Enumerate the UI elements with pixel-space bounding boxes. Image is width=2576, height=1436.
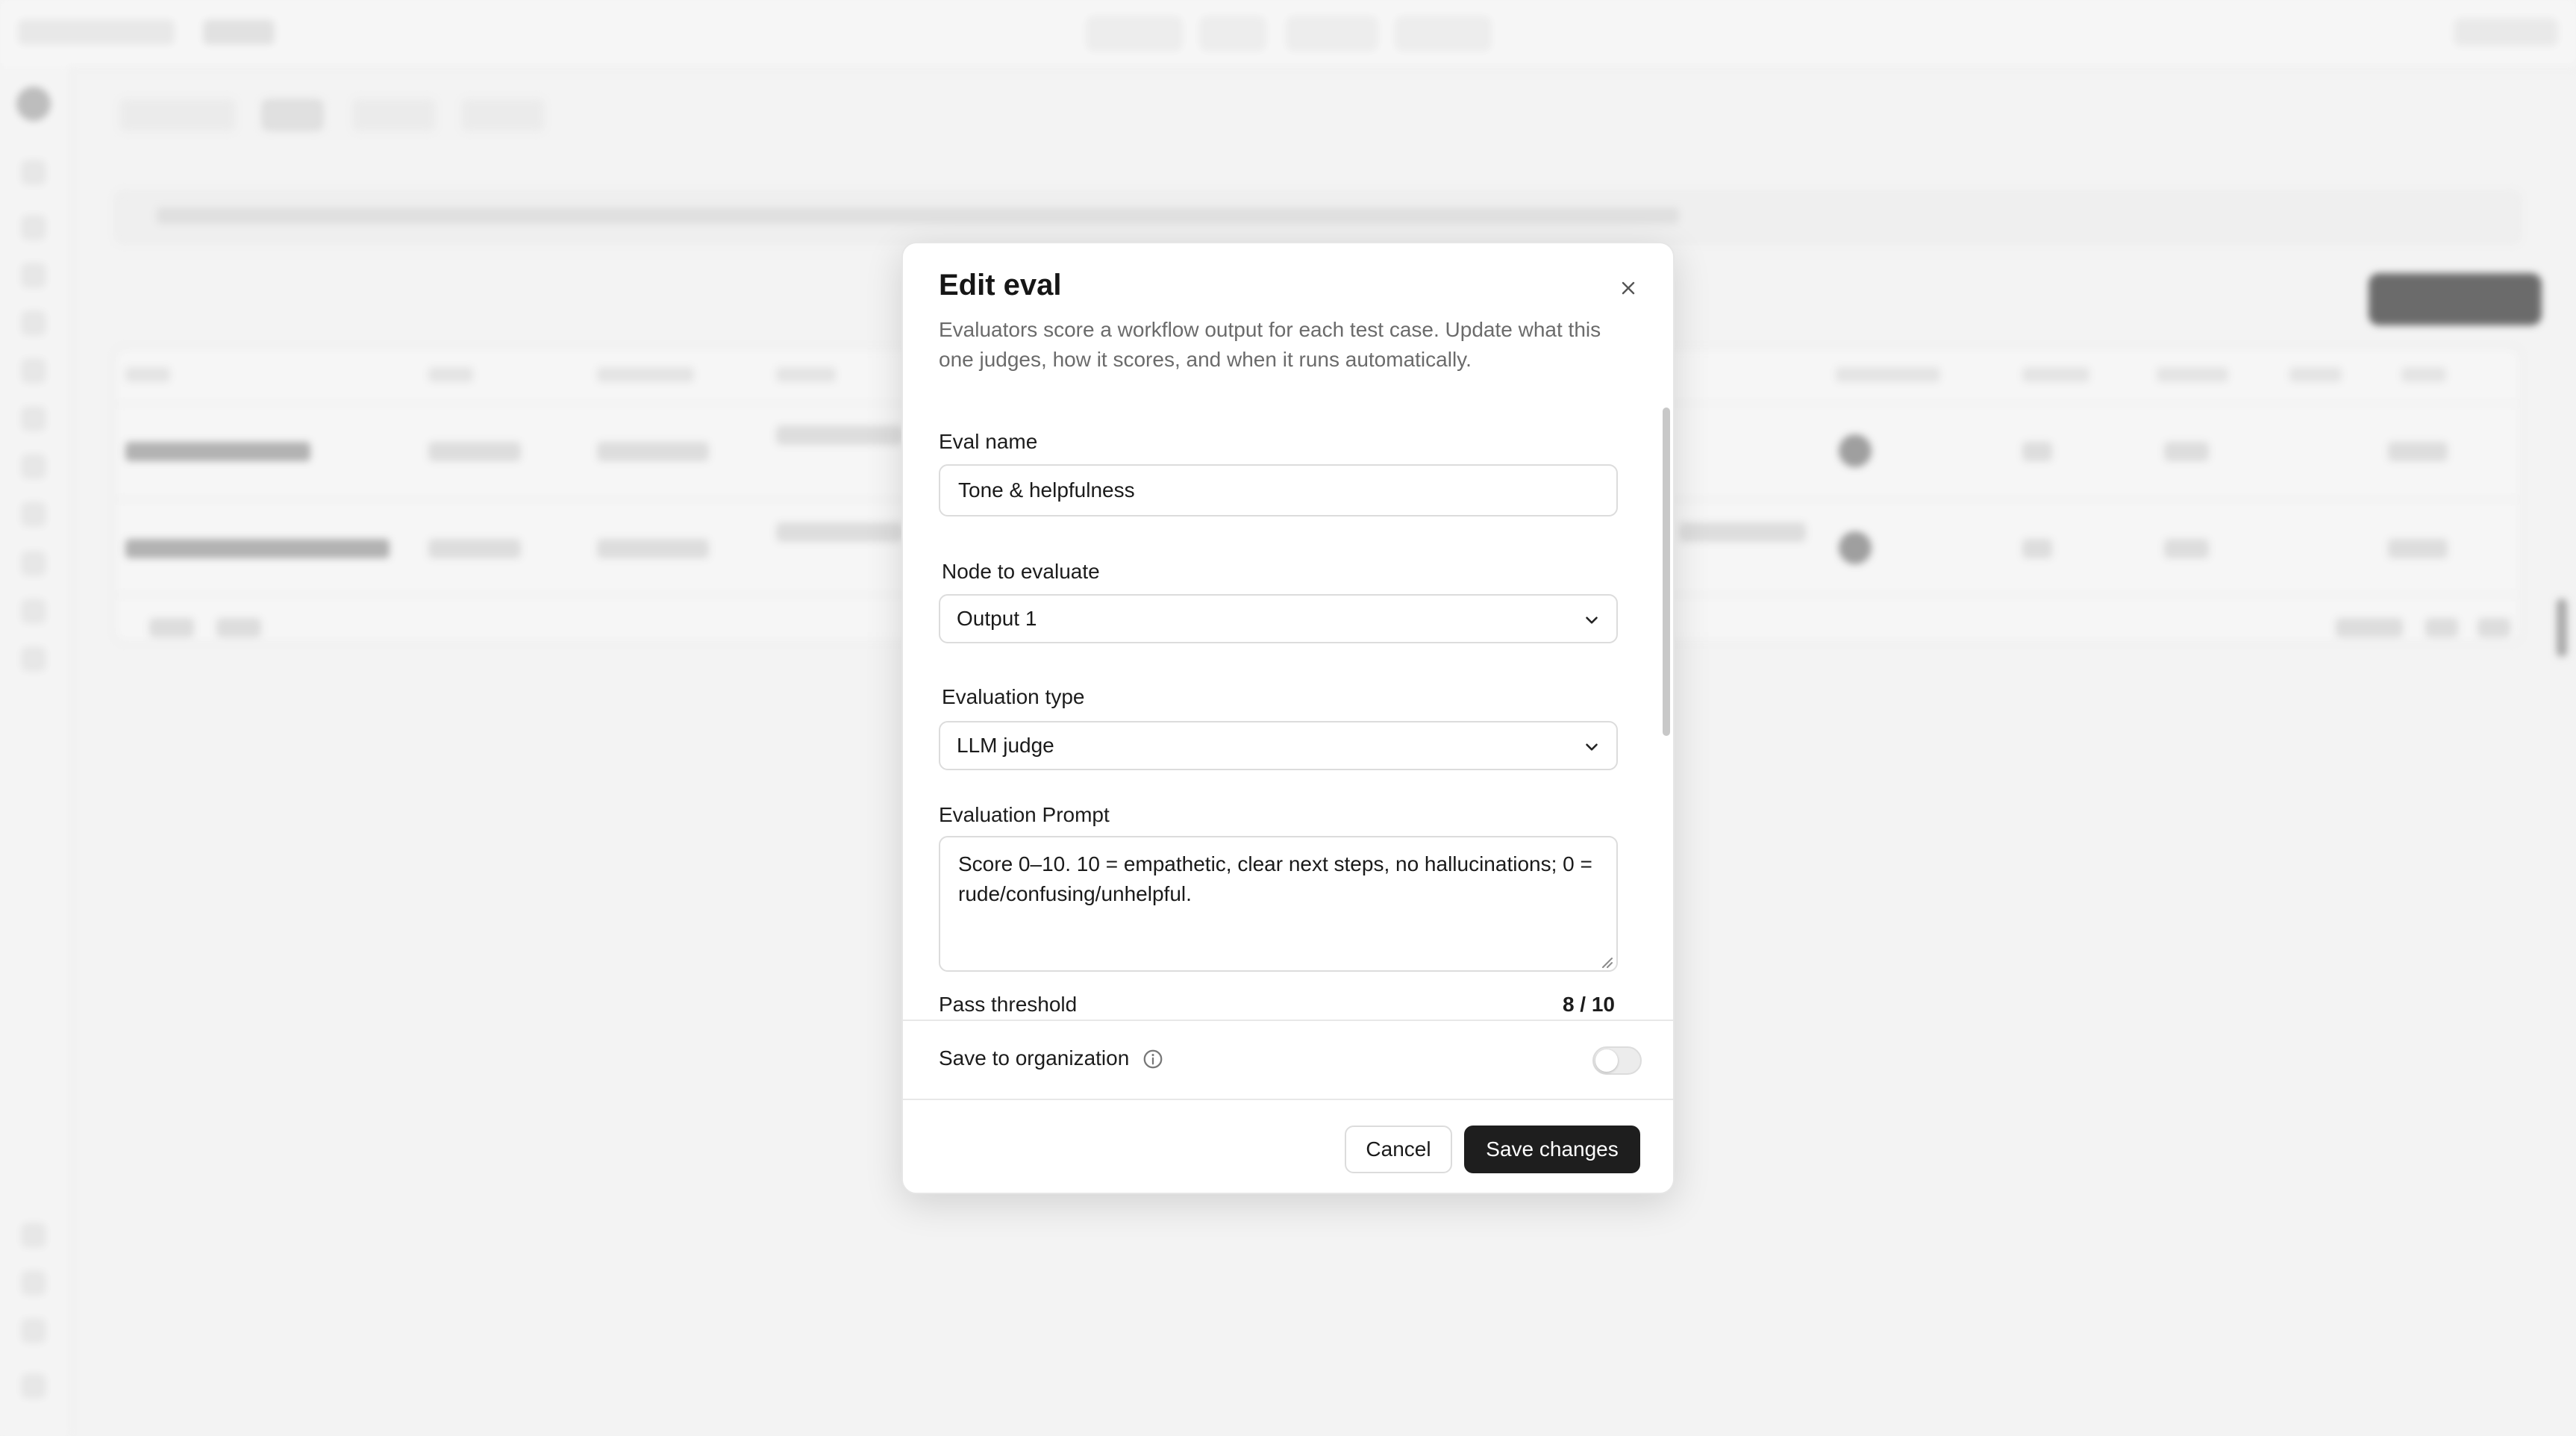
eval-type-select-value: LLM judge [957,734,1054,757]
save-to-organization-row: Save to organization [903,1020,1673,1100]
prompt-label: Evaluation Prompt [939,803,1110,826]
node-select[interactable]: Output 1 [939,594,1618,643]
chevron-down-icon [1586,616,1598,624]
eval-name-label: Eval name [939,430,1038,453]
close-icon [1622,281,1635,295]
prompt-textarea[interactable]: Score 0–10. 10 = empathetic, clear next … [939,836,1618,972]
save-changes-button[interactable]: Save changes [1464,1126,1640,1173]
toggle-knob [1595,1049,1618,1072]
resize-handle-icon[interactable] [1597,952,1615,970]
chevron-down-icon [1586,743,1598,751]
threshold-value: 8 / 10 [1562,993,1615,1016]
dialog-title: Edit eval [939,269,1062,302]
cancel-button[interactable]: Cancel [1345,1126,1452,1173]
dialog-footer: Cancel Save changes [903,1100,1673,1193]
edit-eval-dialog: Edit eval Evaluators score a workflow ou… [901,242,1675,1194]
save-to-organization-toggle[interactable] [1592,1046,1642,1075]
node-label: Node to evaluate [942,560,1100,583]
eval-type-select[interactable]: LLM judge [939,721,1618,770]
eval-name-input[interactable] [939,464,1618,516]
save-to-organization-label: Save to organization [939,1046,1130,1070]
threshold-label: Pass threshold [939,993,1078,1016]
dialog-scrollbar[interactable] [1663,408,1670,736]
eval-type-label: Evaluation type [942,685,1085,708]
dialog-description: Evaluators score a workflow output for e… [939,318,1601,371]
info-icon[interactable] [1142,1048,1164,1070]
node-select-value: Output 1 [957,607,1037,630]
close-button[interactable] [1612,272,1645,305]
